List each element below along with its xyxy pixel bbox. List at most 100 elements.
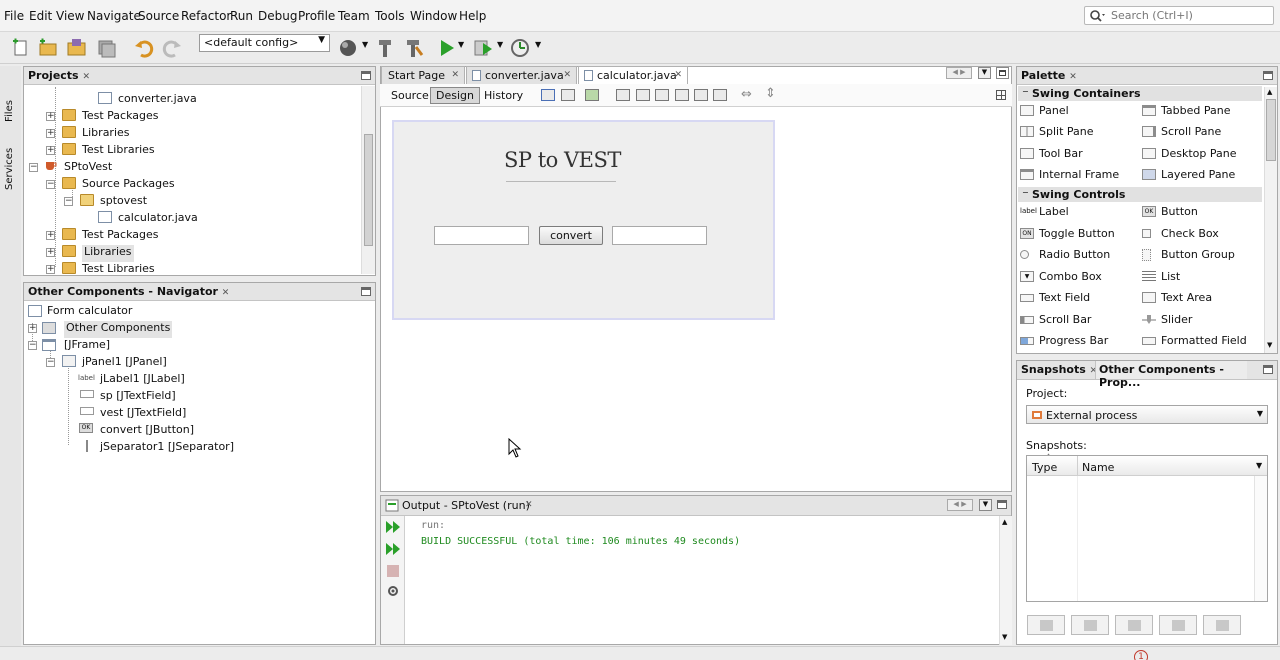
- palette-formatted-field-item[interactable]: Formatted Field: [1142, 334, 1247, 347]
- source-mode-button[interactable]: Source: [385, 87, 435, 104]
- expand-icon[interactable]: +: [46, 265, 55, 274]
- debug-icon[interactable]: [472, 37, 494, 59]
- scroll-up-icon[interactable]: ▲: [1002, 518, 1007, 526]
- tree-item-converter-java[interactable]: converter.java: [118, 92, 197, 109]
- chevron-down-icon[interactable]: ▼: [362, 40, 368, 49]
- minimize-icon[interactable]: [1263, 365, 1273, 374]
- expand-icon[interactable]: +: [46, 112, 55, 121]
- center-horizontal-icon[interactable]: [655, 89, 669, 101]
- center-vertical-icon[interactable]: [713, 89, 727, 101]
- close-icon[interactable]: ✕: [82, 72, 90, 82]
- tree-item-calculator-java[interactable]: calculator.java: [118, 211, 198, 228]
- projects-scrollbar[interactable]: [361, 86, 375, 274]
- collapse-icon[interactable]: −: [28, 341, 37, 350]
- snapshots-table[interactable]: Type ˆ Name ▼: [1026, 454, 1268, 602]
- chevron-down-icon[interactable]: ▼: [497, 40, 503, 49]
- menu-source[interactable]: Source: [138, 9, 179, 23]
- delete-snapshot-button[interactable]: [1203, 615, 1241, 635]
- globe-icon[interactable]: [337, 37, 359, 59]
- save-all-icon[interactable]: [96, 37, 118, 59]
- palette-button-item[interactable]: OK Button: [1142, 205, 1198, 218]
- side-tab-files[interactable]: Files: [4, 72, 16, 122]
- palette-panel-item[interactable]: Panel: [1020, 104, 1069, 117]
- export-snapshot-button[interactable]: [1159, 615, 1197, 635]
- scroll-down-icon[interactable]: ▼: [1002, 633, 1007, 641]
- palette-scrollbar[interactable]: ▲ ▼: [1264, 87, 1277, 353]
- palette-split-pane-item[interactable]: Split Pane: [1020, 125, 1094, 138]
- tree-item-libraries[interactable]: Libraries: [82, 126, 130, 143]
- align-top-icon[interactable]: [675, 89, 689, 101]
- output-scrollbar[interactable]: ▲ ▼: [999, 516, 1012, 645]
- palette-button-group-item[interactable]: Button Group: [1142, 248, 1235, 261]
- collapse-icon[interactable]: −: [46, 180, 55, 189]
- palette-progress-bar-item[interactable]: Progress Bar: [1020, 334, 1108, 347]
- menu-file[interactable]: File: [4, 9, 24, 23]
- minimize-icon[interactable]: [1263, 71, 1273, 80]
- palette-category-swing-controls[interactable]: − Swing Controls: [1018, 187, 1262, 202]
- palette-internal-frame-item[interactable]: Internal Frame: [1020, 168, 1119, 181]
- new-project-icon[interactable]: [37, 37, 59, 59]
- collapse-icon[interactable]: −: [1022, 87, 1029, 96]
- rerun-with-params-icon[interactable]: [385, 542, 401, 556]
- column-name[interactable]: Name: [1082, 461, 1114, 474]
- align-right-icon[interactable]: [636, 89, 650, 101]
- palette-toggle-button-item[interactable]: ON Toggle Button: [1020, 227, 1115, 240]
- settings-icon[interactable]: [385, 584, 401, 598]
- expand-icon[interactable]: +: [28, 324, 37, 333]
- form-title-label[interactable]: SP to VEST: [504, 148, 621, 172]
- minimize-icon[interactable]: [361, 71, 371, 80]
- rerun-icon[interactable]: [385, 520, 401, 534]
- close-icon[interactable]: ✕: [451, 70, 459, 80]
- column-chooser-icon[interactable]: ▼: [1256, 461, 1262, 470]
- menu-help[interactable]: Help: [459, 9, 486, 23]
- palette-check-box-item[interactable]: Check Box: [1142, 227, 1219, 240]
- side-tab-services[interactable]: Services: [4, 130, 16, 190]
- scrollbar-thumb[interactable]: [1266, 99, 1276, 161]
- compare-snapshot-button[interactable]: [1115, 615, 1153, 635]
- menu-edit[interactable]: Edit: [29, 9, 52, 23]
- sp-textfield[interactable]: [434, 226, 529, 245]
- tree-item-source-packages[interactable]: Source Packages: [82, 177, 175, 194]
- output-list-dropdown[interactable]: ▼: [979, 499, 992, 511]
- resize-horizontal-icon[interactable]: ⇔: [741, 87, 752, 102]
- close-icon[interactable]: ✕: [674, 70, 682, 80]
- build-hammer-icon[interactable]: [375, 37, 397, 59]
- palette-title[interactable]: Palette: [1021, 69, 1065, 82]
- output-scroll-arrows[interactable]: ◀ ▶: [947, 499, 973, 511]
- close-icon[interactable]: ✕: [563, 70, 571, 80]
- output-title[interactable]: Output - SPtoVest (run): [402, 499, 530, 512]
- palette-slider-item[interactable]: Slider: [1142, 313, 1192, 326]
- menu-tools[interactable]: Tools: [375, 9, 405, 23]
- menu-team[interactable]: Team: [338, 9, 370, 23]
- palette-scroll-bar-item[interactable]: Scroll Bar: [1020, 313, 1091, 326]
- palette-tool-bar-item[interactable]: Tool Bar: [1020, 147, 1083, 160]
- scrollbar-thumb[interactable]: [364, 134, 373, 246]
- maximize-icon[interactable]: [996, 67, 1009, 79]
- open-project-icon[interactable]: [66, 37, 88, 59]
- expand-icon[interactable]: +: [46, 231, 55, 240]
- stop-icon[interactable]: [387, 565, 399, 577]
- redo-icon[interactable]: [161, 37, 183, 59]
- nav-other-components[interactable]: Other Components: [64, 321, 173, 338]
- profile-icon[interactable]: [509, 37, 531, 59]
- palette-text-area-item[interactable]: Text Area: [1142, 291, 1212, 304]
- minimize-icon[interactable]: [997, 500, 1007, 509]
- tab-calculator-java[interactable]: calculator.java ✕: [578, 66, 688, 84]
- projects-title[interactable]: Projects: [28, 69, 79, 82]
- vest-textfield[interactable]: [612, 226, 707, 245]
- palette-combo-box-item[interactable]: ▼ Combo Box: [1020, 270, 1102, 283]
- menu-refactor[interactable]: Refactor: [181, 9, 231, 23]
- tab-snapshots[interactable]: Snapshots ✕: [1021, 363, 1097, 376]
- menu-navigate[interactable]: Navigate: [87, 9, 141, 23]
- menu-profile[interactable]: Profile: [298, 9, 335, 23]
- palette-list-item[interactable]: List: [1142, 270, 1180, 283]
- tree-item-test-libraries[interactable]: Test Libraries: [82, 143, 155, 160]
- menu-view[interactable]: View: [56, 9, 84, 23]
- align-left-icon[interactable]: [616, 89, 630, 101]
- project-select[interactable]: External process ▼: [1026, 405, 1268, 424]
- config-select[interactable]: <default config> ▼: [199, 34, 330, 52]
- grid-icon[interactable]: [996, 90, 1006, 100]
- nav-convert-button[interactable]: convert [JButton]: [100, 423, 194, 440]
- convert-button[interactable]: convert: [539, 226, 603, 245]
- close-icon[interactable]: ✕: [222, 288, 230, 298]
